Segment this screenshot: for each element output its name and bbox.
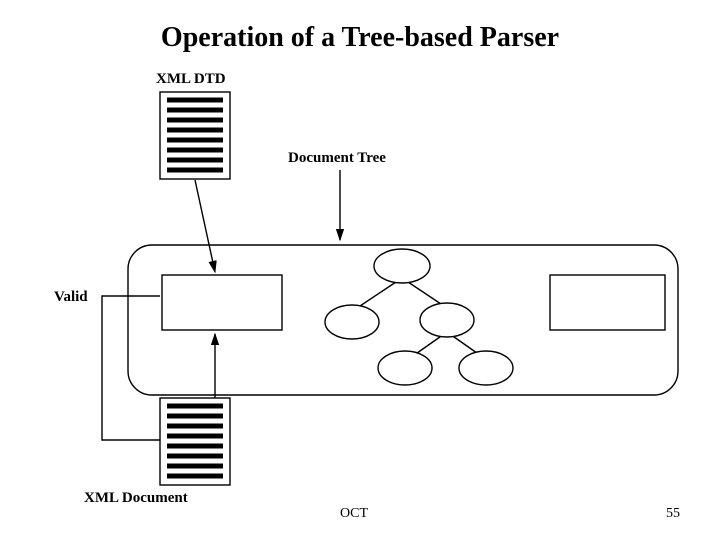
box-tree-based-parser — [162, 275, 282, 330]
box-application-logic — [550, 275, 665, 330]
valid-path — [102, 296, 160, 440]
document-tree-icon — [325, 249, 513, 385]
diagram-svg — [0, 0, 720, 540]
arrow-dtd-to-parser — [195, 180, 215, 272]
icon-xml-document-doc — [160, 398, 230, 485]
icon-xml-dtd-doc — [160, 92, 230, 179]
